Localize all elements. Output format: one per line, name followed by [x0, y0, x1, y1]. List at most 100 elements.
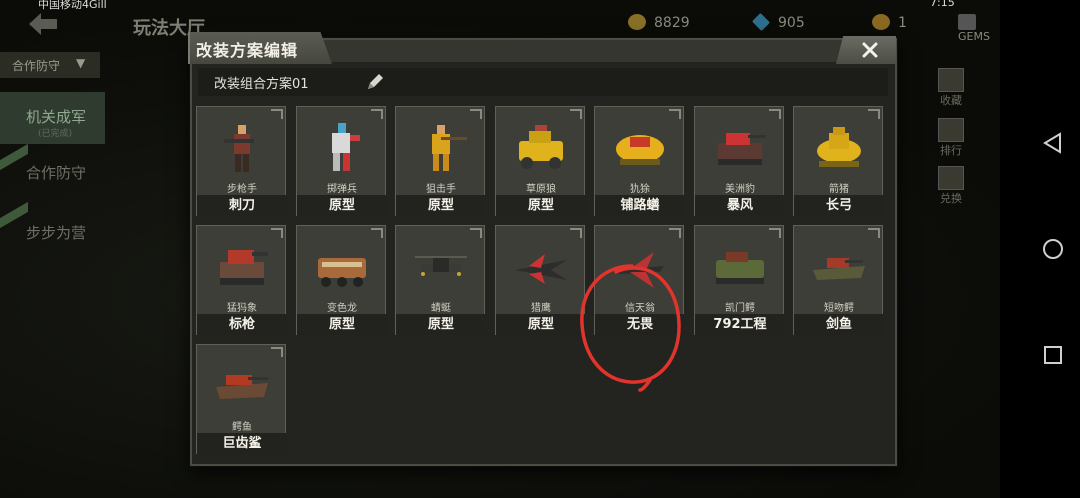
exchange-label: 兑换: [940, 192, 962, 205]
albatross-unit-icon: [616, 252, 664, 288]
unit-card[interactable]: 信天翁 无畏: [594, 225, 685, 335]
unit-plan-name: 原型: [496, 314, 586, 335]
gems-label: GEMS: [958, 30, 990, 43]
unit-name: 掷弹兵: [327, 184, 357, 195]
plan-name: 改装组合方案01: [214, 77, 309, 92]
unit-card[interactable]: 短吻鳄 剑鱼: [793, 225, 884, 335]
unit-plan-name: 暴风: [695, 195, 785, 216]
unit-name: 短吻鳄: [824, 303, 854, 314]
dragonfly-unit-icon: [415, 256, 467, 276]
mode-dropdown[interactable]: 合作防守 ▼: [0, 52, 100, 78]
card-corner-decoration: [570, 228, 582, 238]
unit-card[interactable]: 步枪手 刺刀: [196, 106, 287, 216]
card-corner-decoration: [371, 228, 383, 238]
gems-counter[interactable]: GEMS: [958, 14, 1000, 43]
diamond-value: 905: [778, 15, 805, 31]
close-icon: [862, 42, 878, 58]
plus-icon: [958, 14, 976, 30]
unit-card[interactable]: 箭猪 长弓: [793, 106, 884, 216]
unit-card[interactable]: 凯门鳄 792工程: [694, 225, 785, 335]
modification-plan-dialog: 改装方案编辑 改装组合方案01 步枪手 刺刀 掷弹兵 原型 狙击手 原型 草原狼 原型 犰狳 铺路…: [188, 32, 897, 466]
back-button[interactable]: [0, 8, 110, 40]
alligator-unit-icon: [813, 258, 865, 280]
jaguar-unit-icon: [718, 133, 766, 165]
unit-plan-name: 巨齿鲨: [197, 433, 287, 454]
card-corner-decoration: [271, 347, 283, 357]
unit-name: 草原狼: [526, 184, 556, 195]
unit-card[interactable]: 猎鹰 原型: [495, 225, 586, 335]
jeep-unit-icon: [519, 125, 563, 169]
close-button[interactable]: [836, 36, 896, 64]
nav-item-label: 步步为营: [26, 224, 87, 242]
unit-card[interactable]: 狙击手 原型: [395, 106, 486, 216]
chameleon-unit-icon: [318, 258, 366, 287]
unit-name: 步枪手: [227, 184, 257, 195]
card-corner-decoration: [769, 109, 781, 119]
unit-plan-name: 标枪: [197, 314, 287, 335]
unit-card[interactable]: 犰狳 铺路蟮: [594, 106, 685, 216]
gold-value: 8829: [654, 15, 690, 31]
nav-item-3[interactable]: 步步为营: [0, 208, 105, 260]
card-corner-decoration: [371, 109, 383, 119]
archive-icon: [938, 68, 964, 92]
card-corner-decoration: [271, 228, 283, 238]
nav-item-label: 机关成军: [26, 108, 87, 126]
diamond-counter: 905: [751, 12, 805, 32]
card-corner-decoration: [570, 109, 582, 119]
unit-name: 凯门鳄: [725, 303, 755, 314]
medal-value: 1: [898, 15, 907, 31]
card-corner-decoration: [669, 109, 681, 119]
nav-item-1[interactable]: 机关成军 (已完成): [0, 92, 105, 144]
back-triangle-icon[interactable]: [1042, 132, 1064, 154]
unit-plan-name: 原型: [396, 314, 486, 335]
unit-plan-name: 792工程: [695, 314, 785, 335]
ranking-label: 排行: [940, 144, 962, 157]
unit-card[interactable]: 美洲豹 暴风: [694, 106, 785, 216]
nav-item-2[interactable]: 合作防守: [0, 148, 105, 200]
unit-name: 美洲豹: [725, 184, 755, 195]
recents-square-icon[interactable]: [1042, 344, 1064, 366]
mammoth-unit-icon: [220, 250, 268, 285]
unit-card[interactable]: 鳄鱼 巨齿鲨: [196, 344, 287, 454]
card-corner-decoration: [669, 228, 681, 238]
trophy-icon: [938, 118, 964, 142]
chevron-down-icon: ▼: [76, 56, 86, 70]
rename-button[interactable]: [364, 71, 386, 93]
unit-name: 蜻蜓: [431, 303, 451, 314]
unit-card[interactable]: 猛犸象 标枪: [196, 225, 287, 335]
medal-counter: 1: [872, 14, 907, 31]
porcupine-unit-icon: [817, 127, 861, 167]
unit-card[interactable]: 掷弹兵 原型: [296, 106, 387, 216]
coin-icon: [628, 14, 646, 30]
unit-plan-name: 原型: [297, 314, 387, 335]
gold-counter: 8829: [628, 14, 690, 31]
exchange-button[interactable]: 兑换: [933, 166, 969, 210]
unit-plan-name: 原型: [496, 195, 586, 216]
unit-card[interactable]: 草原狼 原型: [495, 106, 586, 216]
nav-item-label: 合作防守: [26, 164, 87, 182]
dialog-title: 改装方案编辑: [196, 41, 299, 60]
android-nav-bar: [1000, 0, 1080, 498]
archive-button[interactable]: 收藏: [933, 68, 969, 112]
unit-name: 狙击手: [426, 184, 456, 195]
unit-name: 箭猪: [829, 184, 849, 195]
sniper-unit-icon: [432, 125, 467, 171]
card-corner-decoration: [868, 109, 880, 119]
unit-plan-name: 无畏: [595, 314, 685, 335]
unit-card[interactable]: 变色龙 原型: [296, 225, 387, 335]
card-corner-decoration: [271, 109, 283, 119]
unit-plan-name: 剑鱼: [794, 314, 884, 335]
unit-card[interactable]: 蜻蜓 原型: [395, 225, 486, 335]
card-corner-decoration: [470, 228, 482, 238]
cross-swords-icon: [938, 166, 964, 190]
rifleman-unit-icon: [224, 125, 254, 172]
unit-name: 鳄鱼: [232, 422, 252, 433]
card-corner-decoration: [769, 228, 781, 238]
home-circle-icon[interactable]: [1042, 238, 1064, 260]
nav-item-sub: (已完成): [38, 129, 73, 139]
unit-name: 犰狳: [630, 184, 650, 195]
medal-icon: [872, 14, 890, 30]
armadillo-unit-icon: [616, 135, 664, 165]
ranking-button[interactable]: 排行: [933, 118, 969, 162]
unit-plan-name: 铺路蟮: [595, 195, 685, 216]
